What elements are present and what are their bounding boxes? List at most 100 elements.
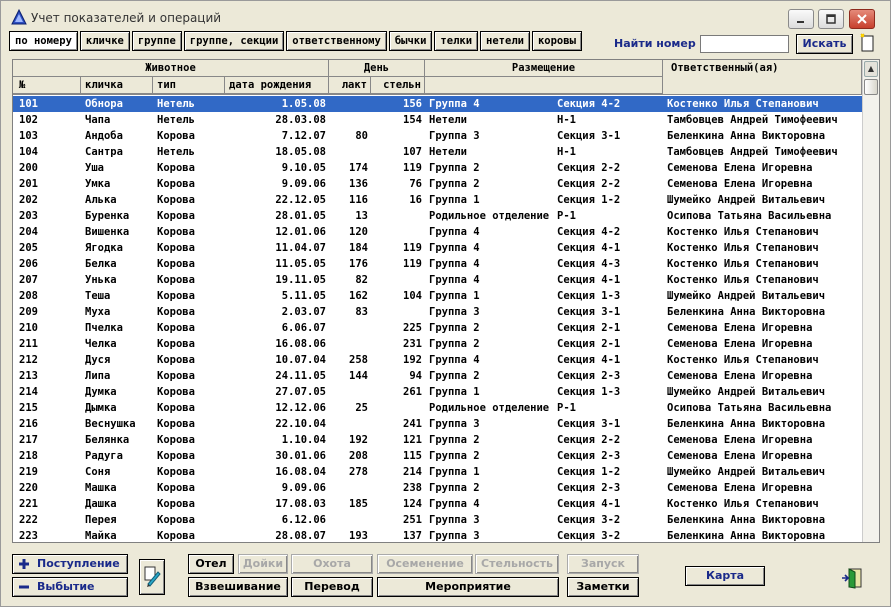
cell-pregnancy: 121 bbox=[403, 434, 422, 446]
table-row[interactable]: 205 Ягодка Корова 11.04.07 184 119 Группа 4 Сек… bbox=[13, 240, 862, 256]
table-row[interactable]: 206 Белка Корова 11.05.05 176 119 Группа 4 Секц… bbox=[13, 256, 862, 272]
cell-birth-date: 22.10.04 bbox=[275, 418, 326, 430]
table-row[interactable]: 210 Пчелка Корова 6.06.07 225 Группа 2 Секция … bbox=[13, 320, 862, 336]
table-row[interactable]: 222 Перея Корова 6.12.06 251 Группа 3 Секция 3… bbox=[13, 512, 862, 528]
cell-group: Нетели bbox=[429, 114, 467, 126]
departure-button[interactable]: Выбытие bbox=[12, 577, 128, 597]
search-button[interactable]: Искать bbox=[796, 34, 853, 54]
cell-name: Пчелка bbox=[85, 322, 123, 334]
table-row[interactable]: 219 Соня Корова 16.08.04 278 214 Группа 1 Секци… bbox=[13, 464, 862, 480]
cell-pregnancy: 16 bbox=[409, 194, 422, 206]
close-button[interactable] bbox=[849, 9, 875, 29]
table-row[interactable]: 212 Дуся Корова 10.07.04 258 192 Группа 4 Секци… bbox=[13, 352, 862, 368]
scroll-up-icon[interactable]: ▲ bbox=[864, 61, 878, 77]
cell-number: 218 bbox=[19, 450, 38, 462]
sort-by-number-button[interactable]: по номеру bbox=[9, 31, 78, 51]
table-row[interactable]: 223 Майка Корова 28.08.07 193 137 Группа 3 Секц… bbox=[13, 528, 862, 542]
meropriyatie-button[interactable]: Мероприятие bbox=[377, 577, 559, 597]
zapusk-button[interactable]: Запуск bbox=[567, 554, 639, 574]
sort-by-group-section-button[interactable]: группе, секции bbox=[183, 31, 285, 51]
doiki-button[interactable]: Дойки bbox=[238, 554, 288, 574]
table-row[interactable]: 204 Вишенка Корова 12.01.06 120 Группа 4 Секци… bbox=[13, 224, 862, 240]
scroll-thumb[interactable] bbox=[864, 79, 878, 95]
cell-pregnancy: 214 bbox=[403, 466, 422, 478]
header-birth-date[interactable]: дата рождения bbox=[225, 77, 329, 94]
table-row[interactable]: 202 Алька Корова 22.12.05 116 16 Группа 1 Секци… bbox=[13, 192, 862, 208]
table-row[interactable]: 217 Белянка Корова 1.10.04 192 121 Группа 2 Сек… bbox=[13, 432, 862, 448]
cell-type: Нетель bbox=[157, 146, 195, 158]
cell-type: Корова bbox=[157, 354, 195, 366]
table-row[interactable]: 203 Буренка Корова 28.01.05 13 Родильное отде… bbox=[13, 208, 862, 224]
cell-group: Группа 4 bbox=[429, 226, 480, 238]
filter-cows-button[interactable]: коровы bbox=[531, 31, 582, 51]
table-row[interactable]: 207 Унька Корова 19.11.05 82 Группа 4 Секция 4… bbox=[13, 272, 862, 288]
header-type[interactable]: тип bbox=[153, 77, 225, 94]
arrival-button[interactable]: Поступление bbox=[12, 554, 128, 574]
table-row[interactable]: 220 Машка Корова 9.09.06 238 Группа 2 Секция 2… bbox=[13, 480, 862, 496]
cell-pregnancy: 225 bbox=[403, 322, 422, 334]
table-row[interactable]: 221 Дашка Корова 17.08.03 185 124 Группа 4 Секц… bbox=[13, 496, 862, 512]
cell-responsible: Костенко Илья Степанович bbox=[667, 242, 819, 254]
cell-pregnancy: 119 bbox=[403, 242, 422, 254]
osemenenie-button[interactable]: Осеменение bbox=[377, 554, 473, 574]
filter-pregnant-heifers-button[interactable]: нетели bbox=[480, 31, 530, 51]
table-row[interactable]: 213 Липа Корова 24.11.05 144 94 Группа 2 Секция… bbox=[13, 368, 862, 384]
header-pregnancy[interactable]: стельн bbox=[371, 77, 425, 94]
sort-by-group-button[interactable]: группе bbox=[131, 31, 182, 51]
cell-number: 217 bbox=[19, 434, 38, 446]
table-row[interactable]: 102 Чапа Нетель 28.03.08 154 Нетели Н-1 Тамбовц… bbox=[13, 112, 862, 128]
table-row[interactable]: 215 Дымка Корова 12.12.06 25 Родильное отделе… bbox=[13, 400, 862, 416]
table-row[interactable]: 211 Челка Корова 16.08.06 231 Группа 2 Секция … bbox=[13, 336, 862, 352]
table-row[interactable]: 218 Радуга Корова 30.01.06 208 115 Группа 2 Сек… bbox=[13, 448, 862, 464]
table-row[interactable]: 200 Уша Корова 9.10.05 174 119 Группа 2 Секция … bbox=[13, 160, 862, 176]
cell-type: Корова bbox=[157, 242, 195, 254]
exit-door-icon[interactable] bbox=[841, 567, 863, 589]
header-responsible[interactable]: Ответственный(ая) bbox=[663, 60, 862, 95]
header-number[interactable]: № bbox=[13, 77, 81, 94]
table-row[interactable]: 101 Обнора Нетель 1.05.08 156 Группа 4 Секция … bbox=[13, 96, 862, 112]
sort-by-responsible-button[interactable]: ответственному bbox=[286, 31, 387, 51]
find-number-input[interactable] bbox=[700, 35, 789, 53]
cell-responsible: Тамбовцев Андрей Тимофеевич bbox=[667, 146, 838, 158]
cell-birth-date: 19.11.05 bbox=[275, 274, 326, 286]
filter-bulls-button[interactable]: бычки bbox=[388, 31, 433, 51]
minimize-button[interactable] bbox=[788, 9, 814, 29]
cell-name: Дуся bbox=[85, 354, 111, 366]
cell-lactation: 25 bbox=[355, 402, 368, 414]
cell-birth-date: 9.10.05 bbox=[281, 162, 326, 174]
cell-pregnancy bbox=[371, 304, 422, 320]
vertical-scrollbar[interactable]: ▲ bbox=[862, 60, 879, 542]
table-row[interactable]: 216 Веснушка Корова 22.10.04 241 Группа 3 Секц… bbox=[13, 416, 862, 432]
table-row[interactable]: 201 Умка Корова 9.09.06 136 76 Группа 2 Секция … bbox=[13, 176, 862, 192]
cell-group: Группа 3 bbox=[429, 418, 480, 430]
sort-by-name-button[interactable]: кличке bbox=[79, 31, 130, 51]
table-row[interactable]: 104 Сантра Нетель 18.05.08 107 Нетели Н-1 Тамбо… bbox=[13, 144, 862, 160]
edit-animal-button[interactable] bbox=[139, 559, 165, 595]
filter-heifers-button[interactable]: телки bbox=[434, 31, 479, 51]
otel-button[interactable]: Отел bbox=[188, 554, 234, 574]
cell-type: Корова bbox=[157, 258, 195, 270]
cell-pregnancy bbox=[371, 224, 422, 240]
cell-name: Буренка bbox=[85, 210, 130, 222]
cell-lactation: 278 bbox=[349, 466, 368, 478]
cell-lactation bbox=[329, 336, 368, 352]
maximize-button[interactable] bbox=[818, 9, 844, 29]
card-button[interactable]: Карта bbox=[685, 566, 765, 586]
vzveshivanie-button[interactable]: Взвешивание bbox=[188, 577, 288, 597]
cell-type: Корова bbox=[157, 226, 195, 238]
header-lactation[interactable]: лакт bbox=[329, 77, 371, 94]
ohota-button[interactable]: Охота bbox=[291, 554, 373, 574]
table-row[interactable]: 208 Теша Корова 5.11.05 162 104 Группа 1 Секция… bbox=[13, 288, 862, 304]
document-icon[interactable] bbox=[858, 32, 876, 54]
cell-responsible: Семенова Елена Игоревна bbox=[667, 178, 813, 190]
table-row[interactable]: 103 Андоба Корова 7.12.07 80 Группа 3 Секция 3… bbox=[13, 128, 862, 144]
stelnost-button[interactable]: Стельность bbox=[475, 554, 559, 574]
zametki-button[interactable]: Заметки bbox=[567, 577, 639, 597]
cell-lactation: 208 bbox=[349, 450, 368, 462]
table-row[interactable]: 209 Муха Корова 2.03.07 83 Группа 3 Секция 3-1… bbox=[13, 304, 862, 320]
cell-section: Секция 4-3 bbox=[557, 258, 621, 270]
table-row[interactable]: 214 Думка Корова 27.07.05 261 Группа 1 Секция … bbox=[13, 384, 862, 400]
perevod-button[interactable]: Перевод bbox=[291, 577, 373, 597]
cell-lactation: 192 bbox=[349, 434, 368, 446]
header-name[interactable]: кличка bbox=[81, 77, 153, 94]
